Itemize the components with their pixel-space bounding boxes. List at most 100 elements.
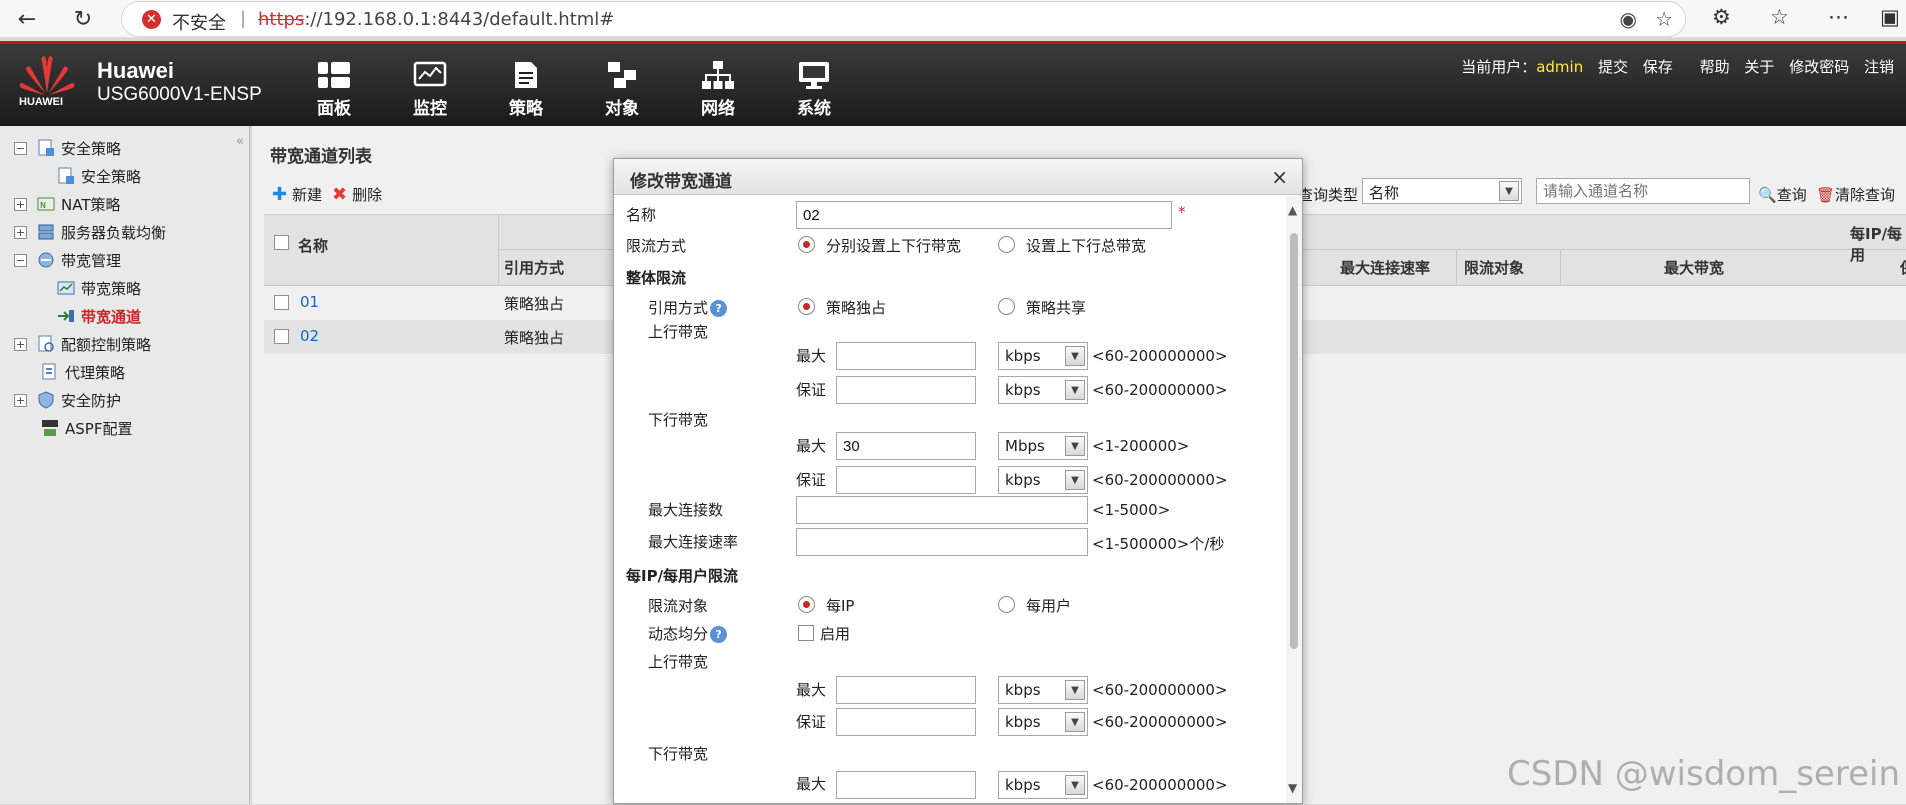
- sidebar-item-aspf[interactable]: ASPF配置: [41, 416, 132, 440]
- row-name-link[interactable]: 02: [300, 327, 319, 345]
- sidebar-item-nat-policy[interactable]: + N NAT策略: [14, 192, 120, 216]
- collapse-sidebar-icon[interactable]: «: [236, 134, 244, 149]
- row-name-link[interactable]: 01: [300, 293, 319, 311]
- sidebar-item-security-protection[interactable]: + 安全防护: [14, 388, 121, 412]
- sidebar-item-server-lb[interactable]: + 服务器负载均衡: [14, 220, 166, 244]
- up-max-input[interactable]: [836, 342, 976, 370]
- ref-exclusive-label[interactable]: 策略独占: [826, 297, 886, 318]
- per-down-max-unit-select[interactable]: kbps ▼: [998, 771, 1088, 799]
- down-guarantee-label: 保证: [796, 471, 827, 489]
- expand-toggle-icon[interactable]: +: [14, 197, 27, 211]
- scroll-down-icon[interactable]: ▼: [1288, 781, 1297, 795]
- expand-toggle-icon[interactable]: +: [14, 337, 27, 351]
- down-guarantee-input[interactable]: [836, 466, 976, 494]
- sidebar-item-bandwidth-mgmt[interactable]: − 带宽管理: [14, 248, 121, 272]
- ref-shared-label[interactable]: 策略共享: [1026, 297, 1086, 318]
- nav-system[interactable]: 系统: [784, 58, 844, 119]
- per-up-guarantee-unit-select[interactable]: kbps ▼: [998, 708, 1088, 736]
- ref-shared-radio[interactable]: [998, 298, 1015, 315]
- expand-toggle-icon[interactable]: +: [14, 393, 27, 407]
- per-down-max-input[interactable]: [836, 771, 976, 799]
- new-button[interactable]: ✚ 新建: [272, 184, 322, 205]
- back-icon[interactable]: ←: [12, 4, 42, 34]
- sidebar-item-proxy-policy[interactable]: 代理策略: [41, 360, 125, 384]
- target-per-user-label[interactable]: 每用户: [1026, 595, 1071, 616]
- column-max-bandwidth[interactable]: 最大带宽: [1664, 257, 1724, 278]
- per-up-max-unit-select[interactable]: kbps ▼: [998, 676, 1088, 704]
- column-limit-target[interactable]: 限流对象: [1464, 257, 1524, 278]
- save-link[interactable]: 保存: [1643, 58, 1673, 76]
- limit-mode-separate-radio[interactable]: [798, 236, 815, 253]
- scroll-up-icon[interactable]: ▲: [1288, 203, 1297, 217]
- target-per-user-radio[interactable]: [998, 596, 1015, 613]
- dynamic-share-checkbox[interactable]: [798, 625, 814, 641]
- down-max-unit-select[interactable]: Mbps ▼: [998, 432, 1088, 460]
- submit-link[interactable]: 提交: [1598, 58, 1628, 76]
- scroll-thumb[interactable]: [1290, 233, 1298, 649]
- reload-icon[interactable]: ↻: [68, 4, 98, 34]
- clear-query-button[interactable]: 🗑清除查询: [1816, 184, 1895, 205]
- down-max-input[interactable]: [836, 432, 976, 460]
- logout-link[interactable]: 注销: [1864, 58, 1894, 76]
- about-link[interactable]: 关于: [1744, 58, 1774, 76]
- read-aloud-icon[interactable]: ◉: [1620, 7, 1637, 31]
- target-per-ip-radio[interactable]: [798, 596, 815, 613]
- search-type-select[interactable]: 名称 ▼: [1362, 178, 1522, 204]
- nav-policy[interactable]: 策略: [496, 58, 556, 119]
- sidebar-toggle-icon[interactable]: ▣: [1880, 5, 1900, 29]
- not-secure-icon[interactable]: ✕: [142, 10, 161, 29]
- extensions-icon[interactable]: ⚙: [1712, 5, 1731, 29]
- limit-mode-separate-label[interactable]: 分别设置上下行带宽: [826, 235, 961, 256]
- nav-monitor[interactable]: 监控: [400, 58, 460, 119]
- per-up-guarantee-input[interactable]: [836, 708, 976, 736]
- sidebar-item-security-policy[interactable]: 安全策略: [57, 164, 141, 188]
- favorites-icon[interactable]: ☆: [1770, 5, 1789, 29]
- collapse-toggle-icon[interactable]: −: [14, 253, 27, 267]
- close-icon[interactable]: ×: [1271, 165, 1288, 189]
- row-checkbox[interactable]: [274, 295, 289, 310]
- sidebar-item-bandwidth-channel[interactable]: 带宽通道: [57, 304, 141, 328]
- target-per-ip-label[interactable]: 每IP: [826, 595, 854, 616]
- ref-exclusive-radio[interactable]: [798, 298, 815, 315]
- down-guarantee-unit-select[interactable]: kbps ▼: [998, 466, 1088, 494]
- help-link[interactable]: 帮助: [1700, 58, 1730, 76]
- collapse-toggle-icon[interactable]: −: [14, 141, 27, 155]
- sidebar-item-bandwidth-policy[interactable]: 带宽策略: [57, 276, 141, 300]
- sidebar-item-quota-control[interactable]: + 配额控制策略: [14, 332, 151, 356]
- max-connections-input[interactable]: [796, 496, 1088, 524]
- dialog-scrollbar[interactable]: ▲ ▼: [1286, 195, 1302, 803]
- up-max-unit-select[interactable]: kbps ▼: [998, 342, 1088, 370]
- per-up-max-input[interactable]: [836, 676, 976, 704]
- address-bar[interactable]: ✕ 不安全 | https://192.168.0.1:8443/default…: [121, 1, 1686, 37]
- nav-dashboard[interactable]: 面板: [304, 58, 364, 119]
- down-max-label: 最大: [796, 437, 827, 455]
- sidebar-item-security-policy-group[interactable]: − 安全策略: [14, 136, 121, 160]
- dynamic-share-enable-label[interactable]: 启用: [820, 623, 850, 644]
- help-icon[interactable]: ?: [710, 626, 728, 643]
- column-max-conn-rate[interactable]: 最大连接速率: [1340, 257, 1430, 278]
- search-input[interactable]: [1536, 178, 1750, 204]
- nav-network[interactable]: 网络: [688, 58, 748, 119]
- up-guarantee-input[interactable]: [836, 376, 976, 404]
- nav-object[interactable]: 对象: [592, 58, 652, 119]
- proxy-icon: [42, 363, 56, 380]
- name-input[interactable]: [796, 201, 1172, 229]
- help-icon[interactable]: ?: [710, 300, 728, 317]
- query-button[interactable]: 🔍查询: [1758, 184, 1807, 205]
- max-conn-rate-input[interactable]: [796, 528, 1088, 556]
- up-guarantee-unit-select[interactable]: kbps ▼: [998, 376, 1088, 404]
- url-text[interactable]: https://192.168.0.1:8443/default.html#: [258, 9, 614, 30]
- delete-button[interactable]: ✖ 删除: [332, 184, 382, 205]
- chevron-down-icon: ▼: [1065, 346, 1085, 366]
- more-icon[interactable]: ⋯: [1828, 5, 1849, 29]
- select-all-checkbox[interactable]: [274, 235, 289, 250]
- limit-mode-total-label[interactable]: 设置上下行总带宽: [1026, 235, 1146, 256]
- column-name[interactable]: 名称: [298, 235, 328, 256]
- security-label[interactable]: 不安全: [172, 9, 226, 35]
- change-password-link[interactable]: 修改密码: [1789, 58, 1849, 76]
- expand-toggle-icon[interactable]: +: [14, 225, 27, 239]
- column-ref-mode[interactable]: 引用方式: [504, 257, 564, 278]
- limit-mode-total-radio[interactable]: [998, 236, 1015, 253]
- row-checkbox[interactable]: [274, 329, 289, 344]
- favorite-star-icon[interactable]: ☆: [1655, 7, 1673, 31]
